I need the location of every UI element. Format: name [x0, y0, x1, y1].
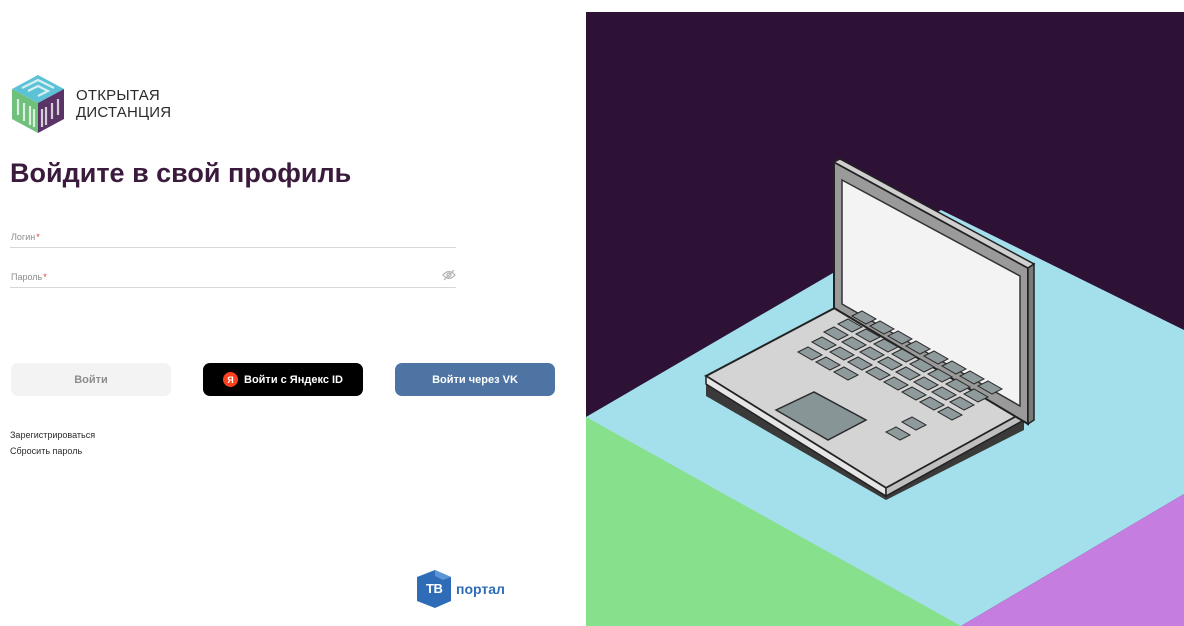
- brand-logo: ОТКРЫТАЯ ДИСТАНЦИЯ: [10, 73, 171, 135]
- login-field[interactable]: Логин*: [10, 221, 456, 248]
- brand-name: ОТКРЫТАЯ ДИСТАНЦИЯ: [76, 87, 171, 121]
- yandex-button-label: Войти с Яндекс ID: [244, 373, 343, 386]
- yandex-icon: Я: [223, 372, 238, 387]
- brand-line-1: ОТКРЫТАЯ: [76, 87, 160, 104]
- login-button[interactable]: Войти: [11, 363, 171, 396]
- vk-login-button[interactable]: Войти через VK: [395, 363, 555, 396]
- register-link[interactable]: Зарегистрироваться: [10, 430, 95, 440]
- laptop-illustration: [586, 12, 1184, 626]
- tvportal-word: портал: [456, 581, 505, 597]
- page-title: Войдите в свой профиль: [10, 158, 352, 188]
- tvportal-logo: ТВ портал: [413, 567, 505, 611]
- illustration-canvas: [586, 12, 1184, 626]
- login-label-text: Логин: [11, 232, 36, 242]
- reset-password-link[interactable]: Сбросить пароль: [10, 446, 82, 456]
- eye-off-icon[interactable]: [442, 269, 456, 281]
- password-field[interactable]: Пароль*: [10, 261, 456, 288]
- login-label: Логин*: [11, 232, 40, 242]
- brand-line-2: ДИСТАНЦИЯ: [76, 104, 172, 121]
- tvportal-abbr: ТВ: [426, 581, 443, 596]
- cube-logo-icon: [12, 75, 64, 133]
- password-label-text: Пароль: [11, 272, 43, 282]
- yandex-login-button[interactable]: Я Войти с Яндекс ID: [203, 363, 363, 396]
- login-page: ОТКРЫТАЯ ДИСТАНЦИЯ Войдите в свой профил…: [0, 0, 1184, 626]
- required-mark: *: [36, 232, 40, 242]
- password-label: Пароль*: [11, 272, 47, 282]
- login-panel: ОТКРЫТАЯ ДИСТАНЦИЯ Войдите в свой профил…: [0, 0, 586, 626]
- tvportal-mark-icon: ТВ: [413, 567, 457, 611]
- required-mark: *: [43, 272, 47, 282]
